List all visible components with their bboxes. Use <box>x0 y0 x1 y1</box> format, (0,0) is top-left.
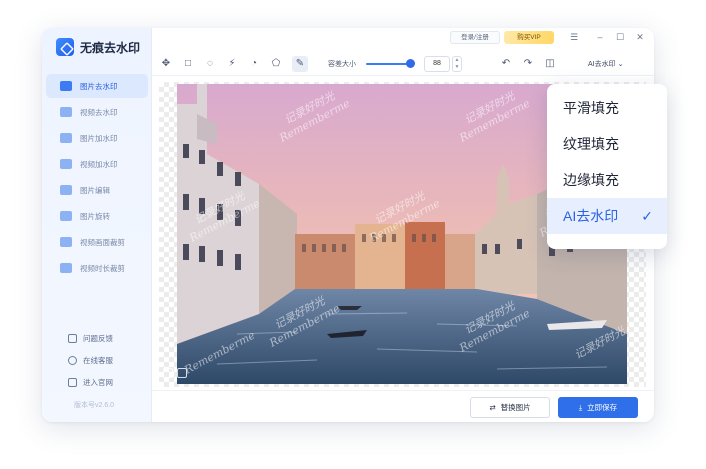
option-label: AI去水印 <box>563 208 619 224</box>
sidebar-item-video-remove-watermark[interactable]: 视频去水印 <box>46 100 148 124</box>
website-link[interactable]: 进入官网 <box>68 372 113 392</box>
sidebar-item-image-remove-watermark[interactable]: 图片去水印 <box>46 74 148 98</box>
fill-option-edge[interactable]: 边缘填充 <box>547 162 667 198</box>
chevron-down-icon: ⌄ <box>617 61 624 68</box>
rotate-icon <box>60 211 72 221</box>
replace-icon: ⇄ <box>489 403 496 412</box>
sidebar-nav: 图片去水印 视频去水印 图片加水印 视频加水印 图片编辑 图片旋转 视频画面裁剪… <box>46 74 148 282</box>
mode-select[interactable]: AI去水印 ⌄ <box>588 59 623 69</box>
feedback-icon <box>68 333 77 343</box>
crop-icon <box>60 237 72 247</box>
compare-icon[interactable]: ◫ <box>542 56 558 72</box>
login-button[interactable]: 登录/注册 <box>450 31 500 44</box>
option-label: 纹理填充 <box>563 136 619 152</box>
move-icon[interactable]: ✥ <box>158 56 174 72</box>
toolbar: ✥ □ ◌ ⚡ ◔ ⬠ ✎ 容差大小 88 ▲ ▼ ↶ ↷ ◫ AI去水印 ⌄ <box>152 52 654 76</box>
brush-size-slider[interactable] <box>366 63 410 65</box>
fill-option-texture[interactable]: 纹理填充 <box>547 126 667 162</box>
sidebar-item-label: 视频时长裁剪 <box>80 263 125 273</box>
lasso-icon[interactable]: ◌ <box>202 56 218 72</box>
undo-icon[interactable]: ↶ <box>498 56 514 72</box>
download-icon: ⤓ <box>578 402 583 412</box>
replace-label: 替换图片 <box>500 403 531 412</box>
feedback-label: 问题反馈 <box>83 333 113 343</box>
save-label: 立即保存 <box>587 403 618 412</box>
sidebar-item-video-trim[interactable]: 视频时长裁剪 <box>46 256 148 280</box>
fill-option-smooth[interactable]: 平滑填充 <box>547 90 667 126</box>
fill-mode-dropdown: 平滑填充 纹理填充 边缘填充 AI去水印 ✓ <box>547 84 667 249</box>
close-icon[interactable]: ✕ <box>634 31 646 43</box>
checkmark-icon: ✓ <box>641 207 653 224</box>
sidebar-item-video-add-watermark[interactable]: 视频加水印 <box>46 152 148 176</box>
minimize-icon[interactable]: – <box>594 31 606 43</box>
app-stage: 无痕去水印 图片去水印 视频去水印 图片加水印 视频加水印 图片编辑 图片旋转 … <box>0 0 706 469</box>
sidebar-bottom-links: 问题反馈 在线客服 进入官网 <box>68 328 113 394</box>
website-icon <box>68 377 77 387</box>
sidebar-item-label: 图片加水印 <box>80 133 118 143</box>
brush-icon[interactable]: ✎ <box>292 56 308 72</box>
buy-vip-button[interactable]: 购买VIP <box>504 31 554 44</box>
website-label: 进入官网 <box>83 377 113 387</box>
option-label: 边缘填充 <box>563 172 619 188</box>
support-icon <box>68 355 77 365</box>
image-frame-icon <box>177 368 187 378</box>
save-button[interactable]: ⤓ 立即保存 <box>558 397 638 418</box>
support-link[interactable]: 在线客服 <box>68 350 113 370</box>
sidebar-item-image-rotate[interactable]: 图片旋转 <box>46 204 148 228</box>
edit-icon <box>60 185 72 195</box>
brush-size-stepper[interactable]: ▲ ▼ <box>452 56 462 72</box>
sidebar-item-label: 图片旋转 <box>80 211 110 221</box>
magic-wand-icon[interactable]: ⚡ <box>224 56 240 72</box>
image-icon <box>60 81 72 91</box>
vip-label: 购买VIP <box>517 34 541 41</box>
smart-select-icon[interactable]: ◔ <box>246 56 262 72</box>
app-title: 无痕去水印 <box>80 40 141 55</box>
trim-icon <box>60 263 72 273</box>
camera-icon <box>163 368 173 378</box>
sidebar-item-image-edit[interactable]: 图片编辑 <box>46 178 148 202</box>
rect-select-icon[interactable]: □ <box>180 56 196 72</box>
maximize-icon[interactable]: ☐ <box>614 31 626 43</box>
redo-icon[interactable]: ↷ <box>520 56 536 72</box>
brush-size-label: 容差大小 <box>328 61 356 68</box>
sidebar-item-image-add-watermark[interactable]: 图片加水印 <box>46 126 148 150</box>
sidebar-item-label: 图片去水印 <box>80 81 118 91</box>
titlebar: 登录/注册 购买VIP ☰ – ☐ ✕ <box>152 28 654 48</box>
brush-size-slider-handle[interactable] <box>406 59 415 68</box>
option-label: 平滑填充 <box>563 100 619 116</box>
sidebar: 无痕去水印 图片去水印 视频去水印 图片加水印 视频加水印 图片编辑 图片旋转 … <box>42 28 152 422</box>
sidebar-item-label: 图片编辑 <box>80 185 110 195</box>
menu-icon[interactable]: ☰ <box>568 31 580 43</box>
sidebar-item-label: 视频画面裁剪 <box>80 237 125 247</box>
replace-image-button[interactable]: ⇄ 替换图片 <box>470 397 550 418</box>
fill-option-ai[interactable]: AI去水印 ✓ <box>547 198 667 234</box>
brush-size-input[interactable]: 88 <box>424 56 450 72</box>
support-label: 在线客服 <box>83 355 113 365</box>
sidebar-item-video-crop[interactable]: 视频画面裁剪 <box>46 230 148 254</box>
app-logo: 无痕去水印 <box>56 38 140 56</box>
image-add-icon <box>60 133 72 143</box>
polygon-icon[interactable]: ⬠ <box>268 56 284 72</box>
mode-select-label: AI去水印 <box>588 61 616 68</box>
video-icon <box>60 107 72 117</box>
feedback-link[interactable]: 问题反馈 <box>68 328 113 348</box>
logo-icon <box>56 38 74 56</box>
version-label: 版本号v2.6.0 <box>74 402 115 409</box>
footer-bar: ⇄ 替换图片 ⤓ 立即保存 <box>152 390 654 422</box>
sidebar-item-label: 视频加水印 <box>80 159 118 169</box>
sidebar-item-label: 视频去水印 <box>80 107 118 117</box>
video-add-icon <box>60 159 72 169</box>
